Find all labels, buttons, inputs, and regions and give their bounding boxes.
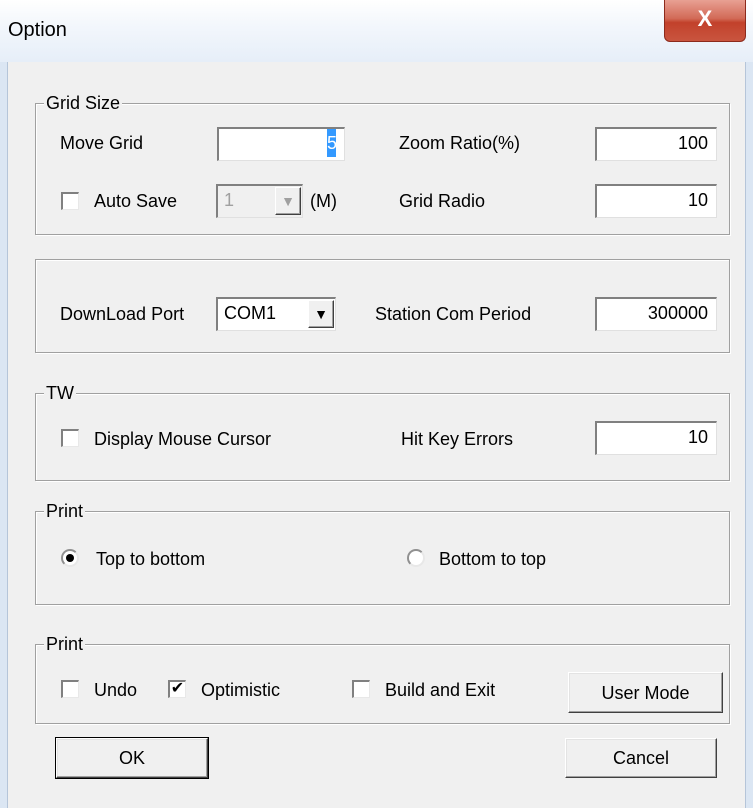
move-grid-value: 5 xyxy=(327,129,337,157)
window-frame-right xyxy=(745,62,753,808)
build-and-exit-checkbox[interactable] xyxy=(352,680,370,698)
move-grid-input[interactable]: 5 xyxy=(217,127,345,161)
bottom-to-top-label: Bottom to top xyxy=(439,549,547,569)
option-dialog: Option X Grid Size Move Grid 5 Zoom Rati… xyxy=(0,0,753,808)
hit-key-errors-label: Hit Key Errors xyxy=(401,429,514,449)
radio-selected-dot xyxy=(66,554,74,562)
undo-label: Undo xyxy=(94,680,138,700)
grid-size-group-title: Grid Size xyxy=(44,92,123,114)
print-options-group-title: Print xyxy=(44,633,86,655)
bottom-to-top-radio[interactable] xyxy=(407,549,425,567)
print-order-group-title: Print xyxy=(44,500,86,522)
station-com-period-input[interactable]: 300000 xyxy=(595,297,717,331)
ok-button[interactable]: OK xyxy=(55,737,209,779)
auto-save-interval-select[interactable]: 1 ▼ xyxy=(216,184,303,218)
auto-save-unit: (M) xyxy=(310,191,337,211)
grid-radio-label: Grid Radio xyxy=(399,191,486,211)
auto-save-label: Auto Save xyxy=(94,191,178,211)
cancel-button[interactable]: Cancel xyxy=(565,738,717,778)
tw-group-title: TW xyxy=(44,382,76,404)
user-mode-button[interactable]: User Mode xyxy=(568,672,723,713)
chevron-down-icon[interactable]: ▼ xyxy=(275,187,301,215)
optimistic-checkbox[interactable]: ✔ xyxy=(168,680,186,698)
build-and-exit-label: Build and Exit xyxy=(385,680,496,700)
move-grid-label: Move Grid xyxy=(60,133,144,153)
download-port-value: COM1 xyxy=(224,303,277,323)
title-bar[interactable]: Option X xyxy=(0,0,753,62)
top-to-bottom-radio[interactable] xyxy=(61,549,79,567)
download-port-select[interactable]: COM1 ▼ xyxy=(216,297,336,331)
station-com-period-label: Station Com Period xyxy=(375,304,532,324)
zoom-ratio-label: Zoom Ratio(%) xyxy=(399,133,521,153)
dialog-body: Grid Size Move Grid 5 Zoom Ratio(%) 100 … xyxy=(8,62,745,808)
zoom-ratio-input[interactable]: 100 xyxy=(595,127,717,161)
auto-save-checkbox[interactable] xyxy=(61,192,79,210)
grid-radio-input[interactable]: 10 xyxy=(595,184,717,218)
auto-save-interval-value: 1 xyxy=(224,190,235,210)
display-mouse-cursor-checkbox[interactable] xyxy=(61,429,79,447)
window-frame-left xyxy=(0,62,8,808)
undo-checkbox[interactable] xyxy=(61,680,79,698)
display-mouse-cursor-label: Display Mouse Cursor xyxy=(94,429,272,449)
close-button[interactable]: X xyxy=(664,0,746,42)
top-to-bottom-label: Top to bottom xyxy=(96,549,206,569)
close-icon: X xyxy=(697,6,713,31)
chevron-down-icon[interactable]: ▼ xyxy=(308,300,334,328)
optimistic-label: Optimistic xyxy=(201,680,281,700)
check-mark-icon: ✔ xyxy=(170,680,185,697)
download-port-label: DownLoad Port xyxy=(60,304,185,324)
window-title: Option xyxy=(8,19,67,41)
hit-key-errors-input[interactable]: 10 xyxy=(595,421,717,455)
